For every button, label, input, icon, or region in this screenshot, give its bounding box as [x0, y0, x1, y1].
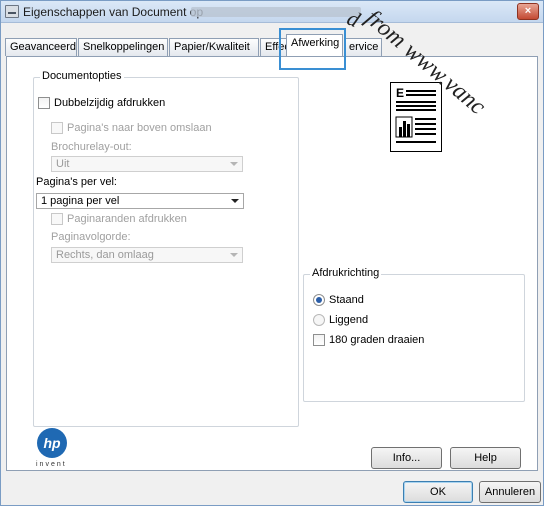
pages-per-sheet-select[interactable]: 1 pagina per vel	[36, 193, 244, 209]
printer-icon	[5, 5, 19, 18]
chevron-down-icon	[230, 253, 238, 257]
pages-per-sheet-value: 1 pagina per vel	[41, 195, 120, 207]
flip-pages-checkbox[interactable]	[51, 122, 63, 134]
duplex-label: Dubbelzijdig afdrukken	[54, 97, 166, 109]
properties-dialog: Eigenschappen van Document op × Geavance…	[0, 0, 544, 506]
tab-services[interactable]: ervice	[344, 38, 382, 56]
window-title: Eigenschappen van Document op	[23, 5, 204, 19]
tab-papier-kwaliteit[interactable]: Papier/Kwaliteit	[169, 38, 259, 56]
chevron-down-icon	[231, 199, 239, 203]
booklet-layout-value: Uit	[56, 158, 70, 170]
print-borders-label: Paginaranden afdrukken	[67, 213, 187, 225]
pages-per-sheet-label: Pagina's per vel:	[36, 176, 117, 188]
portrait-radio[interactable]	[313, 294, 325, 306]
document-options-label: Documentopties	[40, 70, 124, 82]
landscape-label: Liggend	[329, 314, 369, 326]
duplex-checkbox[interactable]	[38, 97, 50, 109]
hp-tagline: invent	[36, 461, 67, 468]
booklet-layout-select[interactable]: Uit	[51, 156, 243, 172]
info-button[interactable]: Info...	[371, 447, 442, 469]
page-order-value: Rechts, dan omlaag	[56, 249, 154, 261]
page-preview-image: E	[390, 82, 442, 152]
orientation-label: Afdrukrichting	[310, 267, 382, 279]
chevron-down-icon	[230, 162, 238, 166]
document-preview-icon: E	[395, 86, 436, 143]
ok-button[interactable]: OK	[403, 481, 473, 503]
tab-highlight-box	[279, 28, 346, 70]
landscape-radio[interactable]	[313, 314, 325, 326]
rotate-180-checkbox[interactable]	[313, 334, 325, 346]
afwerking-panel: Documentopties Dubbelzijdig afdrukken Pa…	[6, 56, 538, 471]
close-button[interactable]: ×	[517, 3, 539, 20]
help-button[interactable]: Help	[450, 447, 521, 469]
preview-letter: E	[396, 86, 404, 100]
printer-name-redacted	[191, 7, 361, 17]
page-order-select[interactable]: Rechts, dan omlaag	[51, 247, 243, 263]
cancel-button[interactable]: Annuleren	[479, 481, 541, 503]
portrait-label: Staand	[329, 294, 364, 306]
tab-geavanceerd[interactable]: Geavanceerd	[5, 38, 77, 56]
booklet-layout-label: Brochurelay-out:	[51, 141, 132, 153]
flip-pages-label: Pagina's naar boven omslaan	[67, 122, 212, 134]
tab-snelkoppelingen[interactable]: Snelkoppelingen	[78, 38, 168, 56]
title-bar: Eigenschappen van Document op ×	[1, 1, 543, 23]
hp-logo: hp	[37, 428, 67, 458]
rotate-180-label: 180 graden draaien	[329, 334, 425, 346]
page-order-label: Paginavolgorde:	[51, 231, 131, 243]
print-borders-checkbox[interactable]	[51, 213, 63, 225]
